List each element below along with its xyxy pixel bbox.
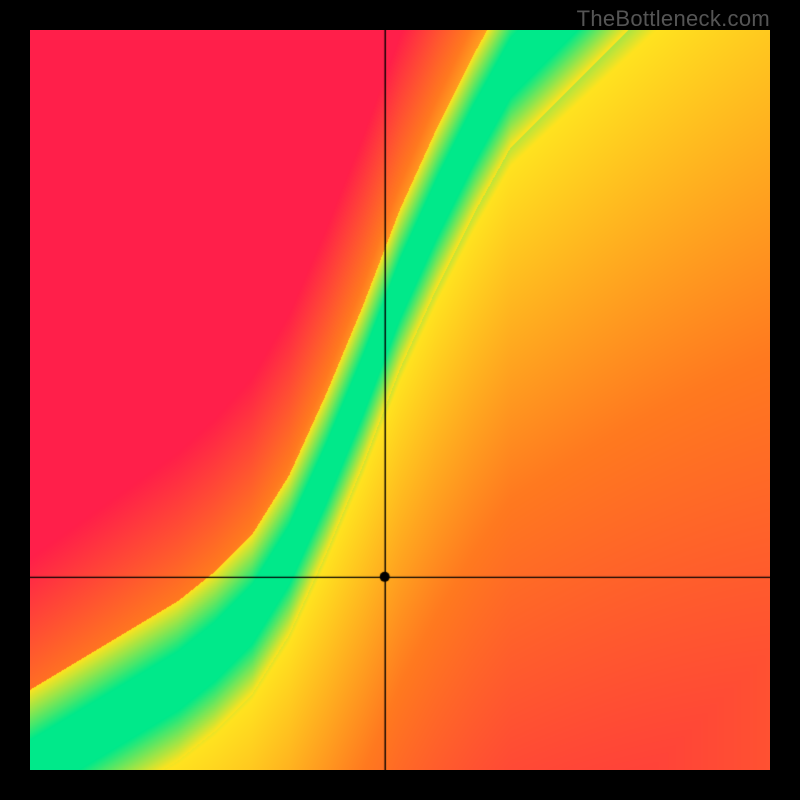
crosshair-overlay: [30, 30, 770, 770]
watermark-text: TheBottleneck.com: [577, 6, 770, 32]
chart-frame: TheBottleneck.com: [0, 0, 800, 800]
